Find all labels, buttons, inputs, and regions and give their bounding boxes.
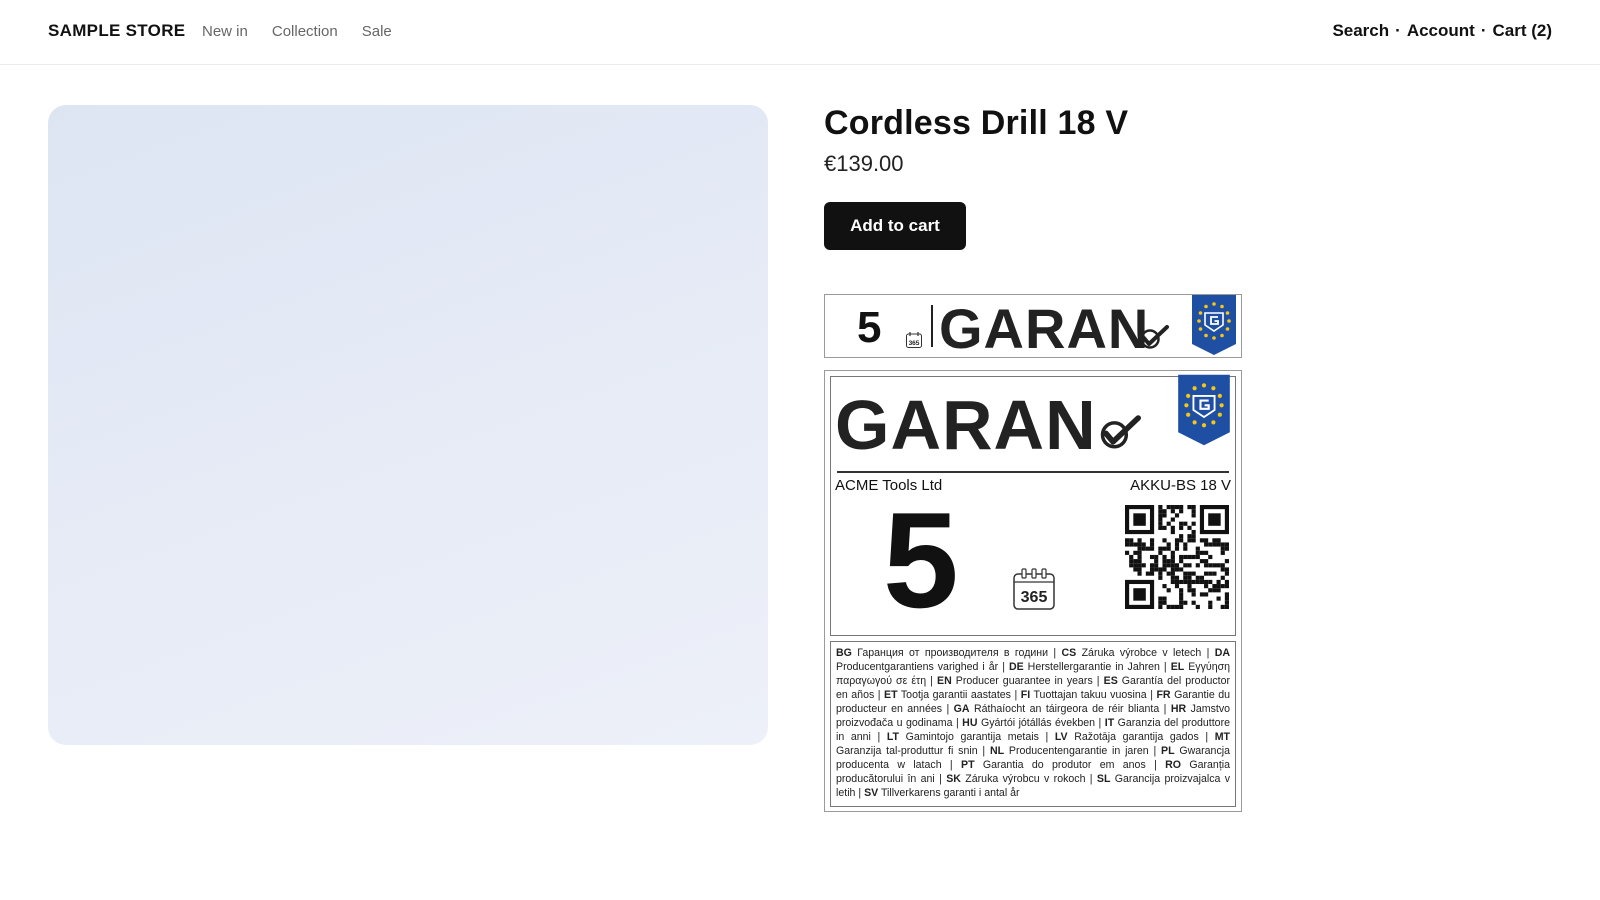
warranty-years: 5 (857, 303, 882, 352)
language-entry: LV Ražotāja garantija gados (1055, 731, 1199, 743)
nav-item-sale[interactable]: Sale (362, 23, 392, 40)
warranty-label-main-panel: GARAN ACME Tools Ltd AKKU-BS 18 V 5 365 (830, 374, 1236, 636)
product-image-placeholder (48, 105, 768, 745)
language-code: BG (836, 647, 852, 659)
separator: · (1395, 21, 1401, 40)
language-code: LT (886, 731, 899, 743)
language-code: ES (1103, 675, 1118, 687)
language-text: Tuottajan takuu vuosina (1030, 689, 1147, 701)
language-text: Záruka výrobce v letech (1076, 647, 1202, 659)
language-code: HR (1170, 703, 1187, 715)
language-code: IT (1104, 717, 1115, 729)
language-entry: EN Producer guarantee in years (937, 675, 1093, 687)
language-code: SV (864, 787, 879, 799)
checkmark-icon (1140, 325, 1169, 349)
language-code: ET (884, 689, 898, 701)
warranty-word: GARAN (835, 386, 1097, 464)
language-entry: BG Гаранция от производителя в години (836, 647, 1048, 659)
language-text: Tootja garantii aastates (897, 689, 1011, 701)
search-link[interactable]: Search (1332, 21, 1389, 41)
language-text: Producentgarantiens varighed i år (836, 661, 999, 673)
language-text: Gamintojo garantija metais (898, 731, 1039, 743)
top-navigation-bar: SAMPLE STORE New in Collection Sale Sear… (0, 0, 1600, 65)
calendar-icon: 365 (906, 332, 922, 348)
language-code: PL (1161, 745, 1175, 757)
language-code: LV (1054, 731, 1068, 743)
language-entry: FI Tuottajan takuu vuosina (1021, 689, 1147, 701)
language-code: EL (1170, 661, 1185, 673)
language-entry: GA Ráthaíocht an táirgeora de réir blian… (954, 703, 1160, 715)
add-to-cart-button[interactable]: Add to cart (824, 202, 966, 250)
language-text: Producentengarantie in jaren (1004, 745, 1149, 757)
language-entry: HU Gyártói jótállás években (962, 717, 1095, 729)
qr-code-icon (1125, 505, 1229, 609)
language-code: NL (989, 745, 1005, 757)
language-text: Záruka výrobcu v rokoch (960, 773, 1086, 785)
cart-link[interactable]: Cart (2) (1492, 21, 1552, 41)
account-link[interactable]: Account (1407, 21, 1475, 41)
multilingual-warranty-text: BG Гаранция от производителя в години | … (830, 641, 1236, 807)
checkmark-icon (1100, 415, 1141, 449)
language-text: Tillverkarens garanti i antal år (878, 787, 1020, 799)
eu-guarantee-shield-icon (1178, 374, 1230, 446)
store-logo[interactable]: SAMPLE STORE (48, 21, 185, 41)
language-code: MT (1214, 731, 1230, 743)
calendar-text: 365 (1021, 589, 1048, 606)
language-text: Ráthaíocht an táirgeora de réir blianta (969, 703, 1160, 715)
language-code: EN (937, 675, 952, 687)
language-entry: CS Záruka výrobce v letech (1062, 647, 1202, 659)
language-text: Gyártói jótállás években (977, 717, 1096, 729)
divider (837, 471, 1229, 473)
eu-guarantee-shield-icon (1192, 295, 1236, 355)
warranty-years: 5 (883, 484, 959, 636)
language-entry: NL Producentengarantie in jaren (990, 745, 1149, 757)
language-text: Garanzija tal-produttur fi snin (836, 745, 978, 757)
warranty-word: GARAN (939, 297, 1150, 360)
product-title: Cordless Drill 18 V (824, 104, 1129, 142)
language-entry: DE Herstellergarantie in Jahren (1009, 661, 1160, 673)
separator: · (1480, 21, 1487, 40)
language-code: SK (946, 773, 961, 785)
language-code: RO (1165, 759, 1182, 771)
language-code: FI (1020, 689, 1031, 701)
language-code: DE (1008, 661, 1024, 673)
main-nav: New in Collection Sale (202, 23, 392, 40)
model-name: AKKU-BS 18 V (1130, 477, 1231, 494)
calendar-text: 365 (909, 340, 920, 347)
language-entry: LT Gamintojo garantija metais (887, 731, 1039, 743)
language-code: CS (1061, 647, 1077, 659)
utility-links: Search · Account · Cart (2) (1332, 21, 1552, 41)
language-entry: SK Záruka výrobcu v rokoch (946, 773, 1085, 785)
nav-item-new-in[interactable]: New in (202, 23, 248, 40)
language-text: Ražotāja garantija gados (1067, 731, 1199, 743)
warranty-label-small: 5 365 GARAN (824, 294, 1242, 360)
language-text: Гаранция от производителя в години (851, 647, 1049, 659)
language-text: Garantia do produtor em anos (974, 759, 1146, 771)
language-code: GA (953, 703, 970, 715)
language-code: SL (1096, 773, 1111, 785)
language-text: Producer guarantee in years (951, 675, 1093, 687)
language-text: Herstellergarantie in Jahren (1023, 661, 1160, 673)
language-code: DA (1214, 647, 1231, 659)
language-code: HU (962, 717, 978, 729)
language-entry: ET Tootja garantii aastates (884, 689, 1011, 701)
nav-item-collection[interactable]: Collection (272, 23, 338, 40)
language-code: PT (961, 759, 975, 771)
product-price: €139.00 (824, 151, 904, 176)
divider (931, 305, 933, 347)
language-code: FR (1156, 689, 1171, 701)
warranty-label-large: GARAN ACME Tools Ltd AKKU-BS 18 V 5 365 … (824, 370, 1242, 812)
calendar-icon: 365 (1013, 568, 1055, 610)
language-entry: SV Tillverkarens garanti i antal år (864, 787, 1019, 799)
language-entry: PT Garantia do produtor em anos (961, 759, 1146, 771)
